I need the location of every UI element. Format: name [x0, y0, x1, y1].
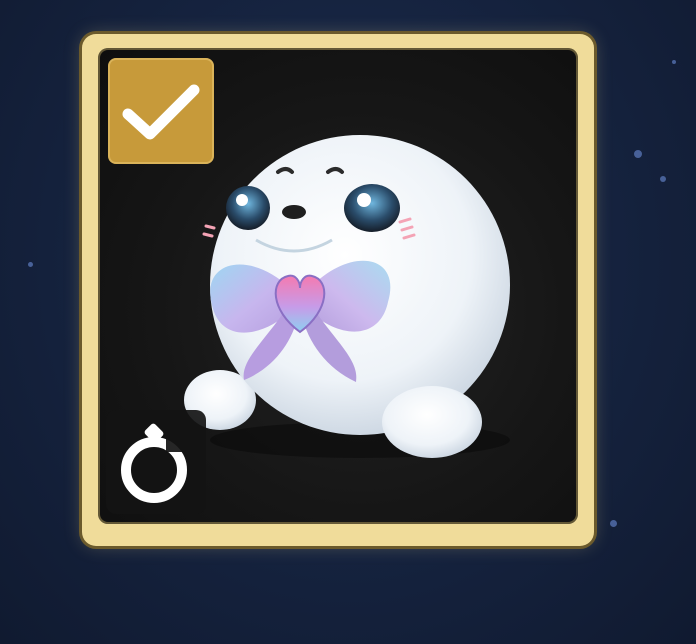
- duration-badge: [106, 410, 206, 514]
- star-decoration: [634, 150, 642, 158]
- timer-icon: [121, 423, 187, 503]
- star-decoration: [610, 520, 617, 527]
- star-decoration: [660, 176, 666, 182]
- star-decoration: [28, 262, 33, 267]
- seal-plush-image: [170, 110, 530, 480]
- inventory-background: [0, 0, 696, 644]
- star-decoration: [672, 60, 676, 64]
- selected-badge[interactable]: [108, 58, 214, 164]
- checkmark-icon: [122, 84, 200, 140]
